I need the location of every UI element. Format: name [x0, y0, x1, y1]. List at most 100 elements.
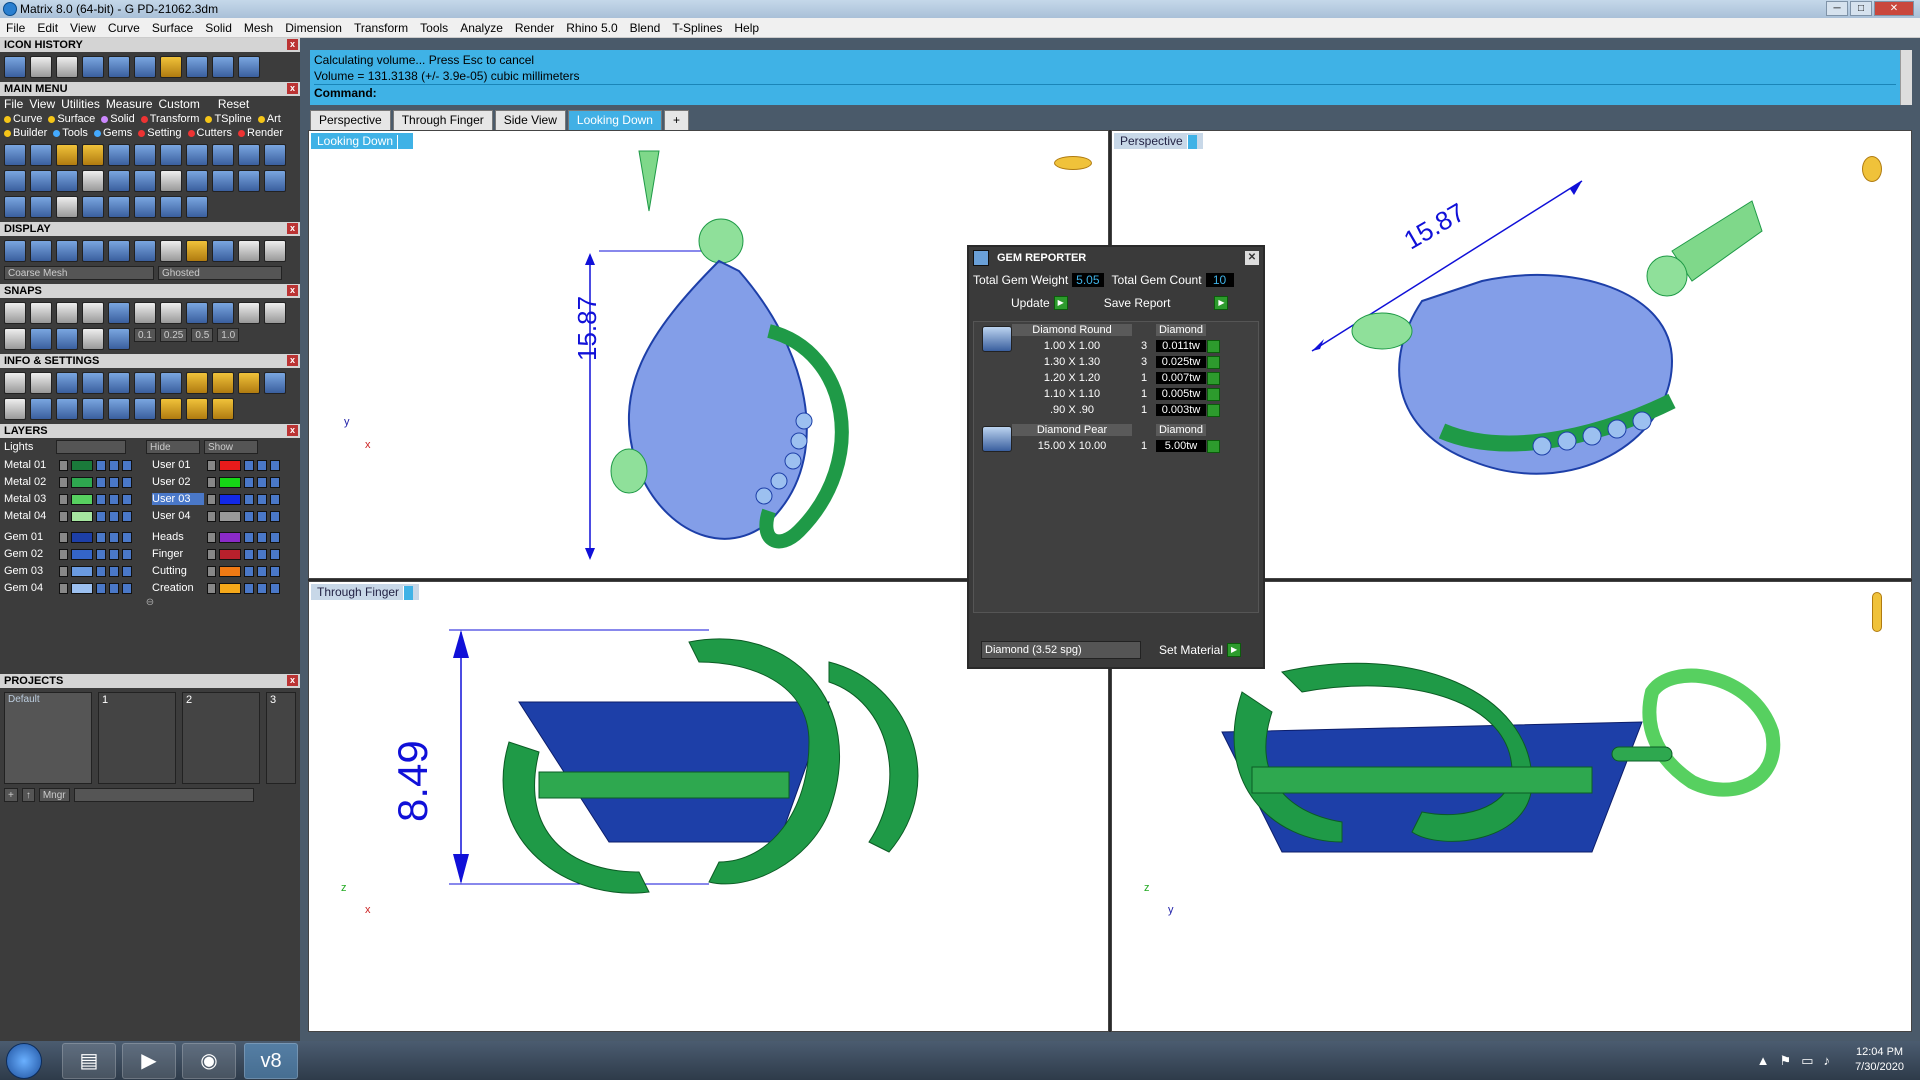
- lights-toggle[interactable]: [56, 440, 126, 454]
- menu-tools[interactable]: Tools: [414, 18, 454, 37]
- tool-icon[interactable]: [264, 144, 286, 166]
- close-icon[interactable]: x: [287, 285, 298, 296]
- display-icon[interactable]: [108, 240, 130, 262]
- project-slider[interactable]: [73, 788, 254, 802]
- layer-row[interactable]: Cutting: [152, 564, 300, 578]
- lock-icon[interactable]: [244, 510, 254, 522]
- layer-row[interactable]: Heads: [152, 530, 300, 544]
- snap-icon[interactable]: [4, 302, 26, 324]
- snap-value-0-5[interactable]: 0.5: [191, 328, 214, 342]
- visibility-icon[interactable]: [257, 565, 267, 577]
- info-icon[interactable]: [186, 372, 208, 394]
- info-icon[interactable]: [160, 398, 182, 420]
- history-tool-icon[interactable]: [82, 56, 104, 78]
- select-icon[interactable]: [122, 476, 132, 488]
- menu-rhino[interactable]: Rhino 5.0: [560, 18, 623, 37]
- project-slot-3[interactable]: 3: [266, 692, 296, 784]
- lock-icon[interactable]: [244, 493, 254, 505]
- visibility-icon[interactable]: [257, 531, 267, 543]
- snap-icon[interactable]: [56, 328, 78, 350]
- select-icon[interactable]: [122, 510, 132, 522]
- snap-value-0-25[interactable]: 0.25: [159, 328, 188, 342]
- info-icon[interactable]: [160, 372, 182, 394]
- manager-button[interactable]: Mngr: [38, 788, 70, 802]
- volume-icon[interactable]: ♪: [1824, 1053, 1831, 1069]
- mm-cutters[interactable]: Cutters: [197, 127, 232, 139]
- layer-row[interactable]: User 02: [152, 475, 300, 489]
- info-icon[interactable]: [108, 398, 130, 420]
- lock-icon[interactable]: [244, 582, 254, 594]
- tool-icon[interactable]: [82, 196, 104, 218]
- select-icon[interactable]: [270, 493, 280, 505]
- snap-icon[interactable]: [160, 302, 182, 324]
- layer-color-swatch[interactable]: [219, 459, 241, 471]
- layer-name[interactable]: Metal 02: [4, 476, 56, 488]
- layer-color-swatch[interactable]: [71, 531, 93, 543]
- layer-row[interactable]: Gem 01: [4, 530, 152, 544]
- select-icon[interactable]: [122, 531, 132, 543]
- close-icon[interactable]: x: [287, 355, 298, 366]
- mm-curve[interactable]: Curve: [13, 113, 42, 125]
- layer-name[interactable]: Gem 01: [4, 531, 56, 543]
- lock-icon[interactable]: [96, 493, 106, 505]
- layer-name[interactable]: User 02: [152, 476, 204, 488]
- lock-icon[interactable]: [244, 531, 254, 543]
- select-icon[interactable]: [122, 565, 132, 577]
- select-icon[interactable]: [270, 459, 280, 471]
- tool-icon[interactable]: [4, 144, 26, 166]
- layer-color-swatch[interactable]: [71, 565, 93, 577]
- lock-icon[interactable]: [244, 459, 254, 471]
- project-list[interactable]: Default: [4, 692, 92, 784]
- layer-expand-icon[interactable]: [207, 459, 216, 471]
- layer-color-swatch[interactable]: [219, 565, 241, 577]
- tool-icon[interactable]: [108, 170, 130, 192]
- select-gem-icon[interactable]: [1207, 371, 1220, 385]
- menu-transform[interactable]: Transform: [348, 18, 414, 37]
- history-tool-icon[interactable]: [108, 56, 130, 78]
- lock-icon[interactable]: [96, 510, 106, 522]
- select-gem-icon[interactable]: [1207, 403, 1220, 417]
- flag-icon[interactable]: ⚑: [1780, 1053, 1792, 1069]
- layer-name[interactable]: Metal 01: [4, 459, 56, 471]
- select-gem-icon[interactable]: [1207, 355, 1220, 369]
- select-icon[interactable]: [122, 582, 132, 594]
- menu-mesh[interactable]: Mesh: [238, 18, 279, 37]
- layer-expand-icon[interactable]: [59, 459, 68, 471]
- visibility-icon[interactable]: [109, 459, 119, 471]
- update-button[interactable]: Update ▶: [1007, 295, 1072, 311]
- close-icon[interactable]: x: [287, 675, 298, 686]
- select-icon[interactable]: [122, 548, 132, 560]
- gem-row[interactable]: 1.10 X 1.10 1 0.005tw: [974, 386, 1258, 402]
- history-tool-icon[interactable]: [56, 56, 78, 78]
- add-tab-button[interactable]: +: [663, 110, 689, 130]
- snap-icon[interactable]: [56, 302, 78, 324]
- layer-expand-icon[interactable]: [207, 476, 216, 488]
- tool-icon[interactable]: [160, 170, 182, 192]
- search-icon[interactable]: [30, 372, 52, 394]
- file-explorer-icon[interactable]: ▤: [62, 1043, 116, 1079]
- info-icon[interactable]: [212, 398, 234, 420]
- display-icon[interactable]: [186, 240, 208, 262]
- tool-icon[interactable]: [186, 144, 208, 166]
- info-icon[interactable]: [4, 398, 26, 420]
- menu-tsplines[interactable]: T-Splines: [666, 18, 728, 37]
- layer-name[interactable]: Cutting: [152, 565, 204, 577]
- layer-color-swatch[interactable]: [71, 582, 93, 594]
- history-tool-icon[interactable]: [4, 56, 26, 78]
- mm-render[interactable]: Render: [247, 127, 283, 139]
- info-icon[interactable]: [30, 398, 52, 420]
- chrome-icon[interactable]: ◉: [182, 1043, 236, 1079]
- mm-utilities[interactable]: Utilities: [61, 97, 100, 111]
- snap-icon[interactable]: [186, 302, 208, 324]
- tab-through-finger[interactable]: Through Finger: [392, 110, 493, 130]
- tool-icon[interactable]: [212, 144, 234, 166]
- snap-icon[interactable]: [212, 302, 234, 324]
- layer-expand-icon[interactable]: [207, 565, 216, 577]
- tool-icon[interactable]: [186, 170, 208, 192]
- close-icon[interactable]: x: [287, 425, 298, 436]
- layer-row[interactable]: Gem 03: [4, 564, 152, 578]
- layer-color-swatch[interactable]: [71, 510, 93, 522]
- layer-color-swatch[interactable]: [219, 582, 241, 594]
- tool-icon[interactable]: [134, 170, 156, 192]
- menu-help[interactable]: Help: [728, 18, 765, 37]
